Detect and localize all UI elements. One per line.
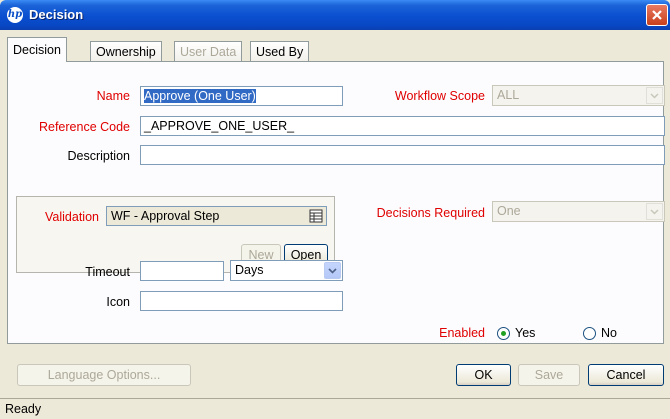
name-value: Approve (One User): [144, 89, 256, 103]
workflow-scope-label: Workflow Scope: [394, 89, 485, 103]
window-title: Decision: [29, 7, 84, 22]
workflow-scope-value: ALL: [497, 88, 520, 102]
cancel-button[interactable]: Cancel: [588, 364, 664, 386]
description-label: Description: [67, 149, 130, 163]
validation-label: Validation: [45, 210, 99, 224]
chevron-down-icon: [650, 209, 659, 215]
reference-code-label: Reference Code: [38, 120, 130, 134]
decisions-required-dropdown: [646, 203, 663, 220]
ok-button[interactable]: OK: [456, 364, 511, 386]
tab-used-by[interactable]: Used By: [250, 41, 310, 61]
decisions-required-value: One: [497, 204, 521, 218]
description-input[interactable]: [140, 145, 665, 165]
timeout-unit-value: Days: [235, 263, 264, 277]
decisions-required-select: One: [492, 201, 665, 222]
tab-user-data: User Data: [174, 41, 243, 61]
enabled-yes-radio[interactable]: [497, 327, 510, 340]
chevron-down-icon: [650, 93, 659, 99]
enabled-no-radio[interactable]: [583, 327, 596, 340]
decision-dialog: hp Decision Decision Ownership User Data…: [0, 0, 670, 419]
icon-label: Icon: [106, 295, 130, 309]
list-lookup-icon[interactable]: [309, 209, 323, 223]
validation-lookup[interactable]: WF - Approval Step: [106, 206, 327, 226]
tab-ownership[interactable]: Ownership: [90, 41, 162, 61]
hp-logo-icon: hp: [7, 7, 23, 23]
icon-input[interactable]: [140, 291, 343, 311]
reference-code-input[interactable]: _APPROVE_ONE_USER_: [140, 116, 665, 136]
timeout-unit-select[interactable]: Days: [230, 260, 343, 281]
chevron-down-icon: [328, 268, 337, 274]
name-input[interactable]: Approve (One User): [140, 86, 343, 106]
timeout-input[interactable]: [140, 261, 224, 281]
validation-value: WF - Approval Step: [111, 209, 220, 223]
tab-decision[interactable]: Decision: [7, 37, 67, 62]
workflow-scope-select: ALL: [492, 85, 665, 106]
enabled-yes-label[interactable]: Yes: [515, 326, 535, 340]
close-button[interactable]: [646, 4, 668, 26]
enabled-label: Enabled: [439, 326, 485, 340]
name-label: Name: [96, 89, 130, 103]
language-options-button: Language Options...: [17, 364, 191, 386]
status-bar: Ready: [0, 398, 670, 419]
title-bar[interactable]: hp Decision: [0, 0, 670, 30]
close-icon: [652, 10, 662, 20]
status-text: Ready: [5, 402, 42, 416]
timeout-unit-dropdown[interactable]: [324, 262, 341, 279]
save-button: Save: [518, 364, 580, 386]
timeout-label: Timeout: [85, 265, 130, 279]
decisions-required-label: Decisions Required: [376, 206, 485, 220]
workflow-scope-dropdown: [646, 87, 663, 104]
enabled-no-label[interactable]: No: [601, 326, 617, 340]
